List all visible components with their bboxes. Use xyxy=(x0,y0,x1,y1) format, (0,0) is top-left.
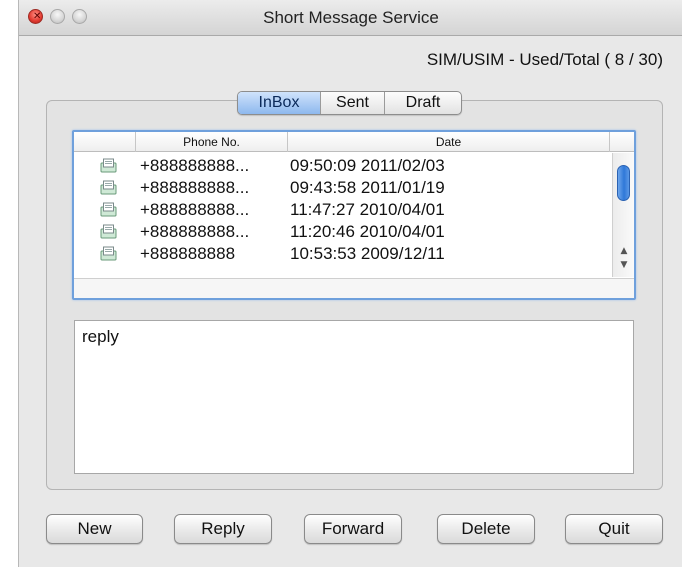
column-header-phone[interactable]: Phone No. xyxy=(136,132,288,152)
tab-inbox[interactable]: InBox xyxy=(238,92,321,114)
message-icon xyxy=(100,202,117,217)
title-bar: ✕ Short Message Service xyxy=(19,0,682,36)
row-date: 11:20:46 2010/04/01 xyxy=(290,222,445,241)
forward-button[interactable]: Forward xyxy=(304,514,402,544)
quit-button[interactable]: Quit xyxy=(565,514,663,544)
column-header-icon[interactable] xyxy=(74,132,136,152)
tab-sent[interactable]: Sent xyxy=(321,92,385,114)
message-table: Phone No. Date +888888888... 09:50:09 20… xyxy=(72,130,636,300)
sms-window: ✕ Short Message Service SIM/USIM - Used/… xyxy=(18,0,682,567)
table-row[interactable]: +888888888 10:53:53 2009/12/11 xyxy=(74,243,612,265)
message-icon xyxy=(100,224,117,239)
delete-button[interactable]: Delete xyxy=(437,514,535,544)
sim-usage-label: SIM/USIM - Used/Total ( 8 / 30) xyxy=(426,50,663,69)
table-row[interactable]: +888888888... 09:43:58 2011/01/19 xyxy=(74,177,612,199)
folder-tabs: InBox Sent Draft xyxy=(237,91,462,115)
row-phone: +888888888 xyxy=(140,244,236,263)
message-body-view[interactable]: reply xyxy=(74,320,634,474)
reply-button[interactable]: Reply xyxy=(174,514,272,544)
row-date: 11:47:27 2010/04/01 xyxy=(290,200,445,219)
message-icon xyxy=(100,180,117,195)
message-icon xyxy=(100,158,117,173)
table-footer xyxy=(74,278,634,298)
table-row[interactable]: +888888888... 11:47:27 2010/04/01 xyxy=(74,199,612,221)
table-header: Phone No. Date xyxy=(74,132,612,152)
table-body: +888888888... 09:50:09 2011/02/03 +88888… xyxy=(74,153,612,277)
row-phone: +888888888... xyxy=(140,200,250,219)
row-date: 09:50:09 2011/02/03 xyxy=(290,156,445,175)
header-corner xyxy=(612,132,634,152)
message-icon xyxy=(100,246,117,261)
scroll-up-arrow-icon[interactable]: ▲ xyxy=(618,245,630,257)
row-date: 09:43:58 2011/01/19 xyxy=(290,178,445,197)
row-phone: +888888888... xyxy=(140,222,250,241)
row-phone: +888888888... xyxy=(140,178,250,197)
scroll-down-arrow-icon[interactable]: ▼ xyxy=(618,259,630,271)
table-row[interactable]: +888888888... 11:20:46 2010/04/01 xyxy=(74,221,612,243)
table-scrollbar[interactable]: ▲ ▼ xyxy=(612,153,634,277)
row-phone: +888888888... xyxy=(140,156,250,175)
tab-draft[interactable]: Draft xyxy=(385,92,461,114)
scrollbar-thumb[interactable] xyxy=(617,165,630,201)
new-button[interactable]: New xyxy=(46,514,143,544)
message-body-text: reply xyxy=(82,327,119,346)
row-date: 10:53:53 2009/12/11 xyxy=(290,244,445,263)
window-title: Short Message Service xyxy=(263,8,439,27)
table-row[interactable]: +888888888... 09:50:09 2011/02/03 xyxy=(74,155,612,177)
column-header-date[interactable]: Date xyxy=(288,132,610,152)
